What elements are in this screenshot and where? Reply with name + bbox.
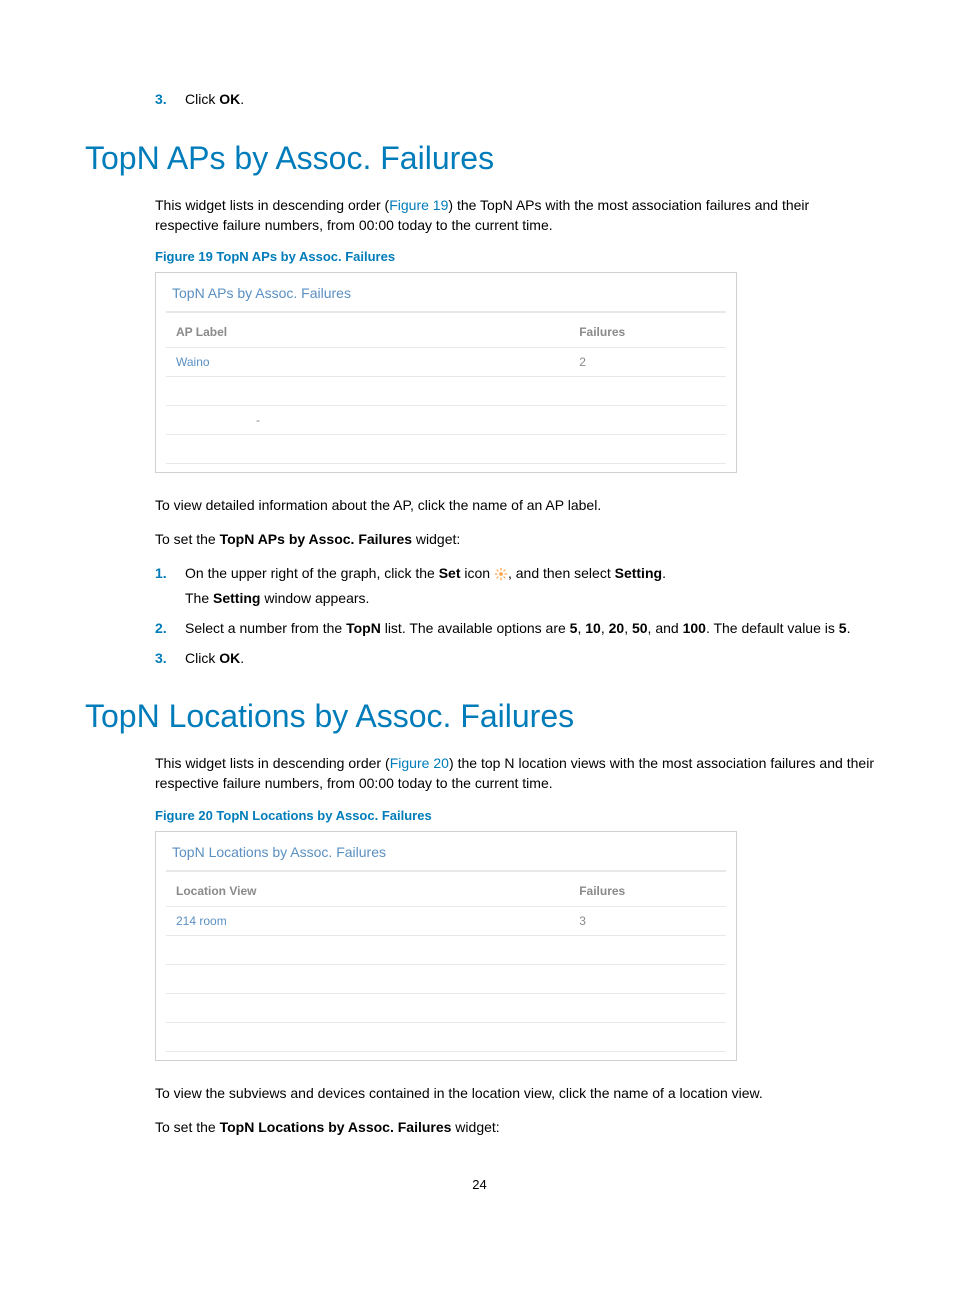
step-number: 1. bbox=[155, 564, 185, 609]
text: , and bbox=[648, 620, 683, 636]
table-row: - bbox=[166, 406, 726, 435]
intro-paragraph: This widget lists in descending order (F… bbox=[155, 753, 874, 794]
heading-topn-aps: TopN APs by Assoc. Failures bbox=[85, 140, 874, 177]
intro-paragraph: This widget lists in descending order (F… bbox=[155, 195, 874, 236]
text: window appears. bbox=[260, 590, 369, 606]
col-ap-label: AP Label bbox=[166, 317, 569, 348]
topn-label: TopN bbox=[346, 620, 381, 636]
setting-label: Setting bbox=[615, 565, 662, 581]
figure-20-link[interactable]: Figure 20 bbox=[390, 755, 449, 771]
text: , bbox=[624, 620, 632, 636]
option-50: 50 bbox=[632, 620, 648, 636]
widget-name: TopN APs by Assoc. Failures bbox=[220, 531, 412, 547]
location-link[interactable]: 214 room bbox=[166, 906, 569, 935]
step-2: 2. Select a number from the TopN list. T… bbox=[155, 619, 874, 639]
intro-text: This widget lists in descending order ( bbox=[155, 755, 390, 771]
table-row bbox=[166, 993, 726, 1022]
table-row bbox=[166, 964, 726, 993]
text: . The default value is bbox=[706, 620, 839, 636]
widget-title: TopN APs by Assoc. Failures bbox=[166, 283, 726, 313]
text: On the upper right of the graph, click t… bbox=[185, 565, 439, 581]
instruction-set-widget: To set the TopN APs by Assoc. Failures w… bbox=[155, 529, 874, 549]
table-row bbox=[166, 935, 726, 964]
widget-topn-locations: TopN Locations by Assoc. Failures Locati… bbox=[155, 831, 737, 1061]
ok-label: OK bbox=[219, 91, 240, 107]
gear-icon bbox=[494, 567, 508, 581]
text: To set the bbox=[155, 531, 220, 547]
instruction-set-widget: To set the TopN Locations by Assoc. Fail… bbox=[155, 1117, 874, 1137]
text: , and then select bbox=[508, 565, 615, 581]
option-20: 20 bbox=[609, 620, 625, 636]
set-label: Set bbox=[439, 565, 461, 581]
option-10: 10 bbox=[585, 620, 601, 636]
table-header-row: Location View Failures bbox=[166, 876, 726, 907]
step-number: 3. bbox=[155, 90, 185, 110]
step-number: 3. bbox=[155, 649, 185, 669]
text: widget: bbox=[451, 1119, 499, 1135]
step-3-click-ok: 3. Click OK. bbox=[155, 90, 874, 110]
figure-19-caption: Figure 19 TopN APs by Assoc. Failures bbox=[155, 249, 874, 264]
aps-table: AP Label Failures Waino 2 - bbox=[166, 317, 726, 464]
col-failures: Failures bbox=[569, 876, 726, 907]
default-5: 5 bbox=[839, 620, 847, 636]
text: The bbox=[185, 590, 213, 606]
page-number: 24 bbox=[85, 1177, 874, 1192]
text: . bbox=[240, 650, 244, 666]
table-row bbox=[166, 435, 726, 464]
setting-label: Setting bbox=[213, 590, 260, 606]
table-row: 214 room 3 bbox=[166, 906, 726, 935]
ok-label: OK bbox=[219, 650, 240, 666]
step-text: Click bbox=[185, 91, 219, 107]
step-text: . bbox=[240, 91, 244, 107]
table-row bbox=[166, 377, 726, 406]
text: Click bbox=[185, 650, 219, 666]
table-row bbox=[166, 1022, 726, 1051]
text: , bbox=[601, 620, 609, 636]
col-failures: Failures bbox=[569, 317, 726, 348]
heading-topn-locations: TopN Locations by Assoc. Failures bbox=[85, 698, 874, 735]
table-header-row: AP Label Failures bbox=[166, 317, 726, 348]
figure-19-link[interactable]: Figure 19 bbox=[389, 197, 448, 213]
text: icon bbox=[461, 565, 494, 581]
table-row: Waino 2 bbox=[166, 348, 726, 377]
figure-20-caption: Figure 20 TopN Locations by Assoc. Failu… bbox=[155, 808, 874, 823]
text: . bbox=[847, 620, 851, 636]
text: Select a number from the bbox=[185, 620, 346, 636]
text: list. The available options are bbox=[381, 620, 570, 636]
widget-topn-aps: TopN APs by Assoc. Failures AP Label Fai… bbox=[155, 272, 737, 473]
failures-value: 2 bbox=[569, 348, 726, 377]
locations-table: Location View Failures 214 room 3 bbox=[166, 876, 726, 1052]
step-3: 3. Click OK. bbox=[155, 649, 874, 669]
step-number: 2. bbox=[155, 619, 185, 639]
step-1: 1. On the upper right of the graph, clic… bbox=[155, 564, 874, 609]
ap-label-link[interactable]: Waino bbox=[166, 348, 569, 377]
option-100: 100 bbox=[683, 620, 706, 636]
ap-label-empty: - bbox=[166, 406, 569, 435]
failures-value: 3 bbox=[569, 906, 726, 935]
widget-title: TopN Locations by Assoc. Failures bbox=[166, 842, 726, 872]
instruction-view-subviews: To view the subviews and devices contain… bbox=[155, 1083, 874, 1103]
intro-text: This widget lists in descending order ( bbox=[155, 197, 389, 213]
text: . bbox=[662, 565, 666, 581]
widget-name: TopN Locations by Assoc. Failures bbox=[220, 1119, 452, 1135]
instruction-view-detail: To view detailed information about the A… bbox=[155, 495, 874, 515]
text: To set the bbox=[155, 1119, 220, 1135]
col-location-view: Location View bbox=[166, 876, 569, 907]
text: widget: bbox=[412, 531, 460, 547]
